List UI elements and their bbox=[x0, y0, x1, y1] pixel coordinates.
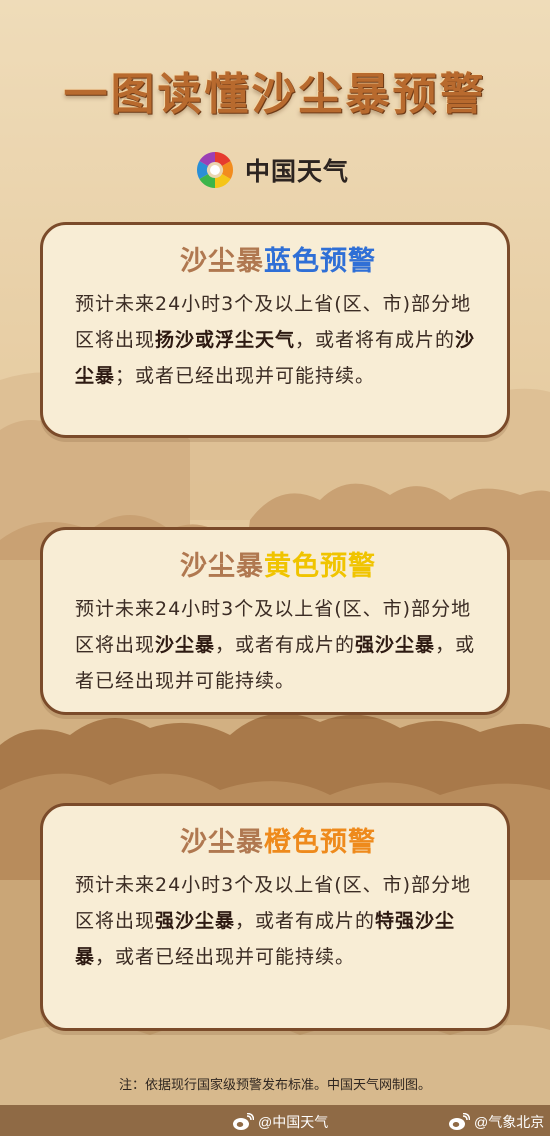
card-title: 沙尘暴黄色预警 bbox=[75, 544, 481, 583]
card-title-prefix: 沙尘暴 bbox=[180, 827, 264, 858]
card-title: 沙尘暴蓝色预警 bbox=[75, 239, 481, 278]
warning-card-orange: 沙尘暴橙色预警 预计未来24小时3个及以上省(区、市)部分地区将出现强沙尘暴，或… bbox=[40, 803, 510, 1031]
footer-bar: @中国天气 @气象北京 bbox=[0, 1105, 550, 1136]
card-body: 预计未来24小时3个及以上省(区、市)部分地区将出现沙尘暴，或者有成片的强沙尘暴… bbox=[75, 591, 481, 699]
footer-handle-text: @中国天气 bbox=[258, 1114, 329, 1130]
source-note: 注：依据现行国家级预警发布标准。中国天气网制图。 bbox=[118, 1077, 431, 1092]
page-title: 一图读懂沙尘暴预警 bbox=[63, 69, 487, 120]
brand-name: 中国天气 bbox=[245, 158, 350, 186]
brand: 中国天气 bbox=[193, 148, 349, 192]
card-text: ，或者有成片的 bbox=[215, 634, 356, 656]
footer-handle-right[interactable]: @气象北京 bbox=[448, 1112, 544, 1132]
footer-handle-text: @气象北京 bbox=[474, 1114, 545, 1130]
card-title-prefix: 沙尘暴 bbox=[180, 551, 264, 582]
weibo-icon bbox=[233, 1113, 254, 1130]
card-body: 预计未来24小时3个及以上省(区、市)部分地区将出现强沙尘暴，或者有成片的特强沙… bbox=[75, 867, 481, 975]
card-text: ；或者已经出现并可能持续。 bbox=[115, 365, 376, 387]
card-text-emphasis: 强沙尘暴 bbox=[155, 910, 236, 932]
card-title-prefix: 沙尘暴 bbox=[180, 246, 264, 277]
china-weather-logo-icon bbox=[196, 152, 234, 188]
warning-card-blue: 沙尘暴蓝色预警 预计未来24小时3个及以上省(区、市)部分地区将出现扬沙或浮尘天… bbox=[40, 222, 510, 438]
card-text: ，或者将有成片的 bbox=[295, 329, 456, 351]
card-text-emphasis: 沙尘暴 bbox=[155, 634, 216, 656]
card-title-level: 黄色预警 bbox=[264, 551, 376, 582]
weibo-icon bbox=[449, 1113, 470, 1130]
card-text: ，或者有成片的 bbox=[235, 910, 376, 932]
warning-card-yellow: 沙尘暴黄色预警 预计未来24小时3个及以上省(区、市)部分地区将出现沙尘暴，或者… bbox=[40, 527, 510, 715]
footer-handle-left[interactable]: @中国天气 bbox=[232, 1112, 328, 1132]
card-title: 沙尘暴橙色预警 bbox=[75, 820, 481, 859]
card-title-level: 橙色预警 bbox=[264, 827, 376, 858]
card-title-level: 蓝色预警 bbox=[264, 246, 376, 277]
card-text-emphasis: 强沙尘暴 bbox=[355, 634, 436, 656]
card-text-emphasis: 扬沙或浮尘天气 bbox=[155, 329, 296, 351]
card-body: 预计未来24小时3个及以上省(区、市)部分地区将出现扬沙或浮尘天气，或者将有成片… bbox=[75, 286, 481, 394]
card-text: ，或者已经出现并可能持续。 bbox=[95, 946, 356, 968]
